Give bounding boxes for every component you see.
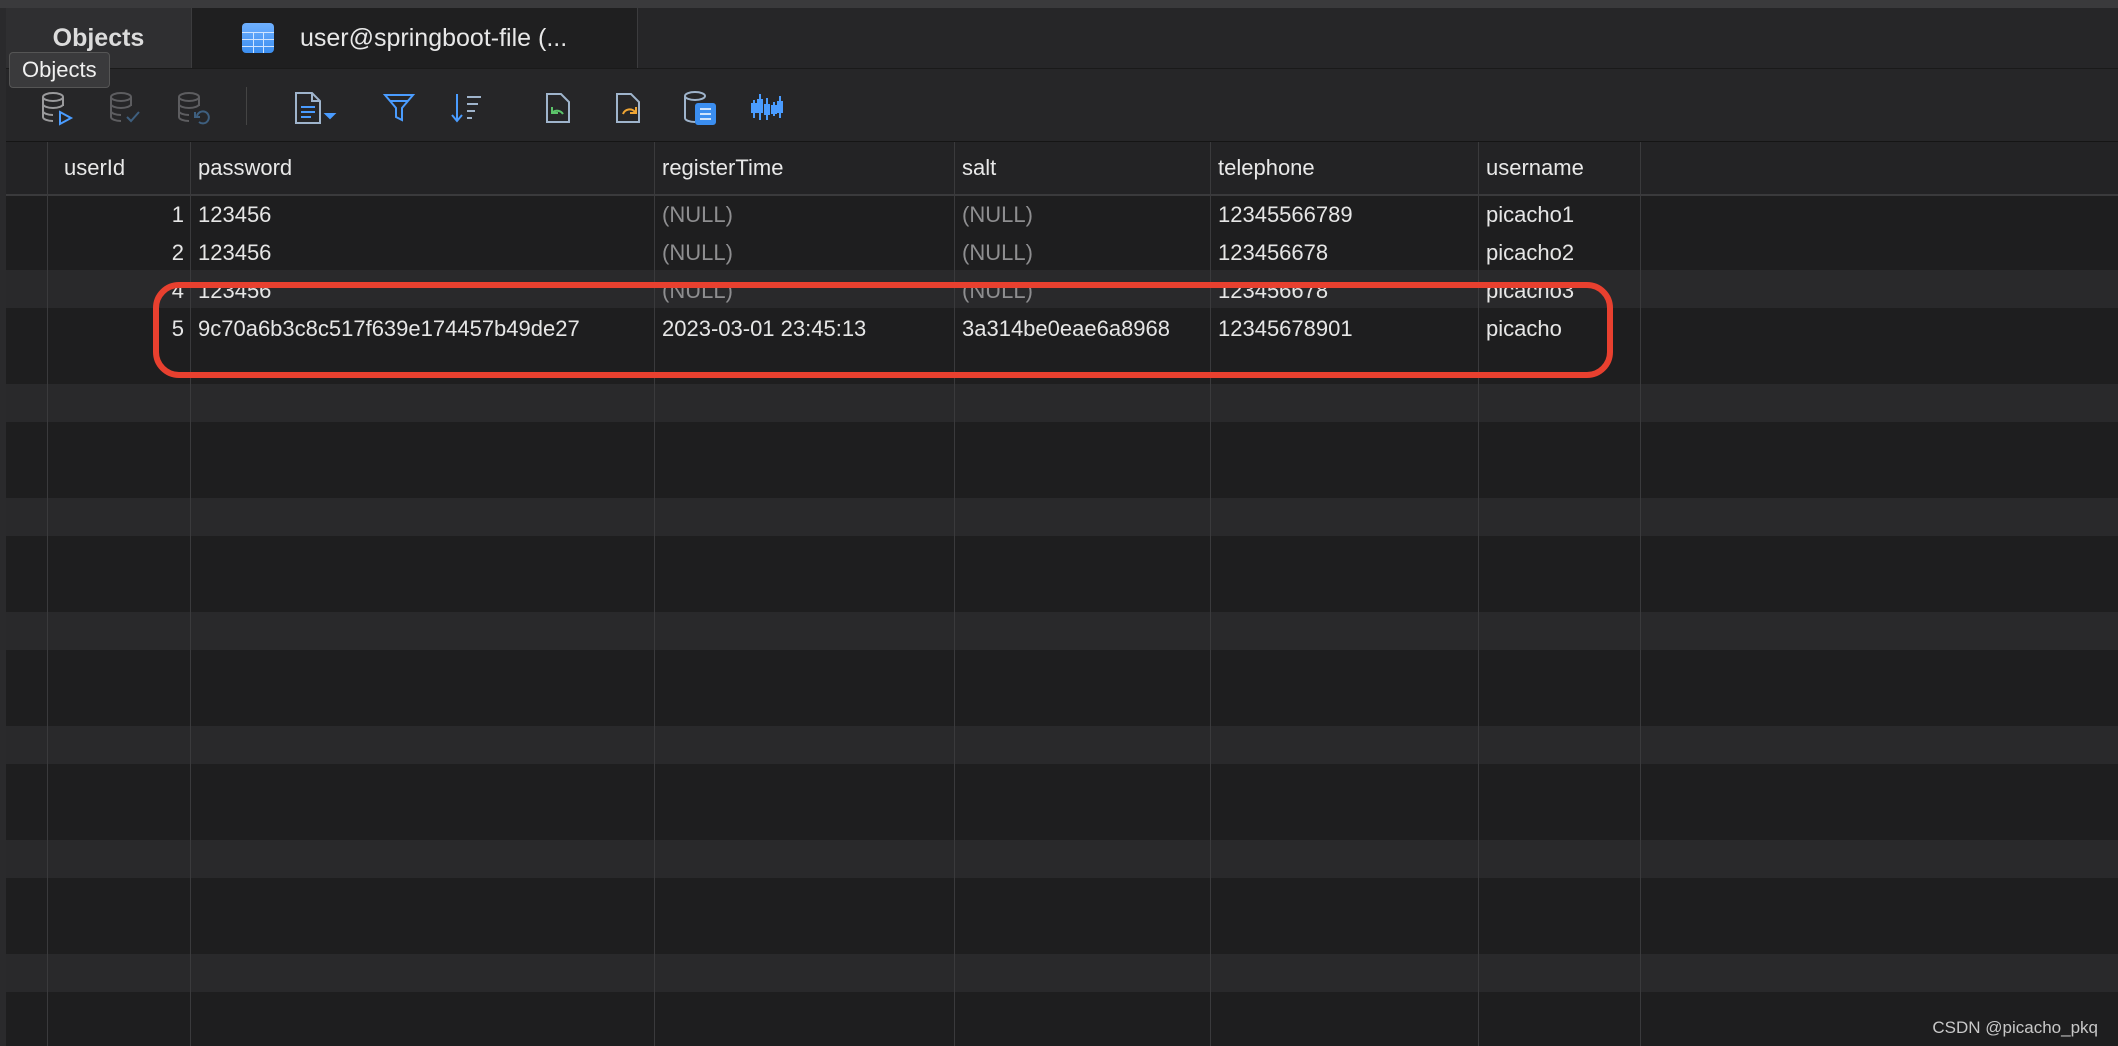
data-grid: userId password registerTime salt teleph…: [6, 142, 2118, 1046]
chart-icon[interactable]: [748, 89, 786, 127]
cell-userid[interactable]: 1: [48, 196, 184, 234]
annotation-highlight-box: [153, 282, 1613, 378]
empty-row: [6, 726, 2118, 764]
cell-salt[interactable]: (NULL): [962, 234, 1033, 272]
data-generation-icon[interactable]: [680, 89, 718, 127]
cell-registertime[interactable]: (NULL): [662, 234, 733, 272]
db-commit-icon[interactable]: [106, 89, 144, 127]
cell-telephone[interactable]: 12345566789: [1218, 196, 1353, 234]
tab-user-table-label: user@springboot-file (...: [300, 23, 568, 52]
table-row[interactable]: 1 123456 (NULL) (NULL) 12345566789 picac…: [6, 196, 2118, 234]
filter-icon[interactable]: [380, 89, 418, 127]
empty-row: [6, 498, 2118, 536]
tooltip: Objects: [9, 52, 110, 88]
table-row[interactable]: 2 123456 (NULL) (NULL) 123456678 picacho…: [6, 234, 2118, 272]
column-header-username[interactable]: username: [1486, 142, 1584, 194]
db-run-icon[interactable]: [38, 89, 76, 127]
window-top-strip: [0, 0, 2118, 8]
column-header-registertime[interactable]: registerTime: [662, 142, 783, 194]
watermark: CSDN @picacho_pkq: [1932, 1018, 2098, 1037]
cell-password[interactable]: 123456: [198, 234, 271, 272]
column-header-userid[interactable]: userId: [64, 142, 125, 194]
column-header-salt[interactable]: salt: [962, 142, 996, 194]
empty-row: [6, 840, 2118, 878]
cell-userid[interactable]: 2: [48, 234, 184, 272]
column-header-password[interactable]: password: [198, 142, 292, 194]
tab-objects-label: Objects: [52, 23, 145, 52]
column-header-telephone[interactable]: telephone: [1218, 142, 1315, 194]
cell-username[interactable]: picacho1: [1486, 196, 1574, 234]
grid-header: userId password registerTime salt teleph…: [6, 142, 2118, 196]
sort-icon[interactable]: [448, 89, 486, 127]
cell-salt[interactable]: (NULL): [962, 196, 1033, 234]
cell-password[interactable]: 123456: [198, 196, 271, 234]
toolbar: [6, 69, 2118, 142]
cell-username[interactable]: picacho2: [1486, 234, 1574, 272]
toolbar-separator: [246, 87, 247, 125]
text-view-icon[interactable]: [290, 89, 342, 127]
cell-registertime[interactable]: (NULL): [662, 196, 733, 234]
tab-user-table[interactable]: user@springboot-file (...: [192, 8, 638, 68]
cell-telephone[interactable]: 123456678: [1218, 234, 1328, 272]
db-rollback-icon[interactable]: [174, 89, 212, 127]
table-icon: [242, 23, 274, 53]
empty-row: [6, 612, 2118, 650]
tab-bar: Objects user@springboot-file (...: [6, 8, 2118, 69]
import-icon[interactable]: [540, 89, 578, 127]
empty-row: [6, 954, 2118, 992]
empty-row: [6, 384, 2118, 422]
export-icon[interactable]: [610, 89, 648, 127]
